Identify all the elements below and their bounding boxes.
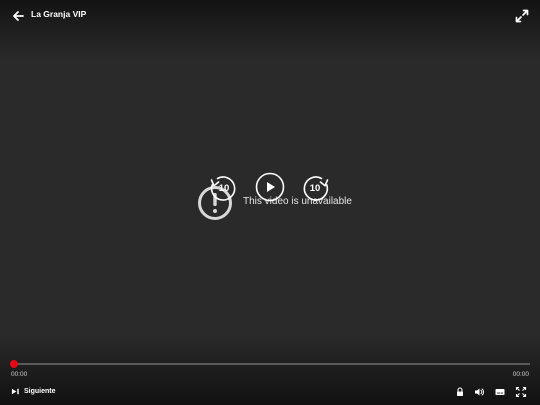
center-controls: 10 10 [208, 172, 332, 204]
back-button[interactable] [10, 8, 26, 24]
lock-icon [457, 387, 463, 396]
fullscreen-icon [515, 386, 527, 398]
progress-handle[interactable] [10, 360, 18, 368]
play-icon [255, 172, 285, 202]
forward-10-icon: 10 [303, 176, 329, 201]
expand-diagonal-icon [515, 9, 529, 23]
subtitles-button[interactable] [494, 385, 506, 397]
forward-10-button[interactable]: 10 [301, 172, 331, 202]
lock-button[interactable] [454, 385, 466, 397]
volume-button[interactable] [473, 385, 485, 397]
video-player[interactable]: La Granja VIP This video is unavailable … [0, 0, 540, 405]
rewind-label: 10 [219, 183, 230, 194]
duration-time: 00:00 [512, 371, 529, 378]
page-title: La Granja VIP [31, 9, 87, 19]
subtitles-icon [495, 389, 505, 395]
play-button[interactable] [255, 172, 285, 202]
progress-bar[interactable] [14, 363, 530, 365]
volume-icon [475, 388, 484, 396]
forward-label: 10 [310, 183, 321, 194]
expand-button[interactable] [514, 8, 530, 24]
fullscreen-button[interactable] [515, 385, 527, 398]
arrow-left-icon [13, 11, 24, 21]
next-episode-label: Siguiente [24, 387, 56, 395]
skip-next-icon [11, 388, 19, 394]
next-episode-button[interactable]: Siguiente [11, 385, 56, 397]
rewind-10-icon: 10 [210, 176, 236, 201]
current-time: 00:00 [11, 371, 28, 378]
top-bar: La Granja VIP [0, 0, 540, 32]
rewind-10-button[interactable]: 10 [208, 172, 238, 202]
